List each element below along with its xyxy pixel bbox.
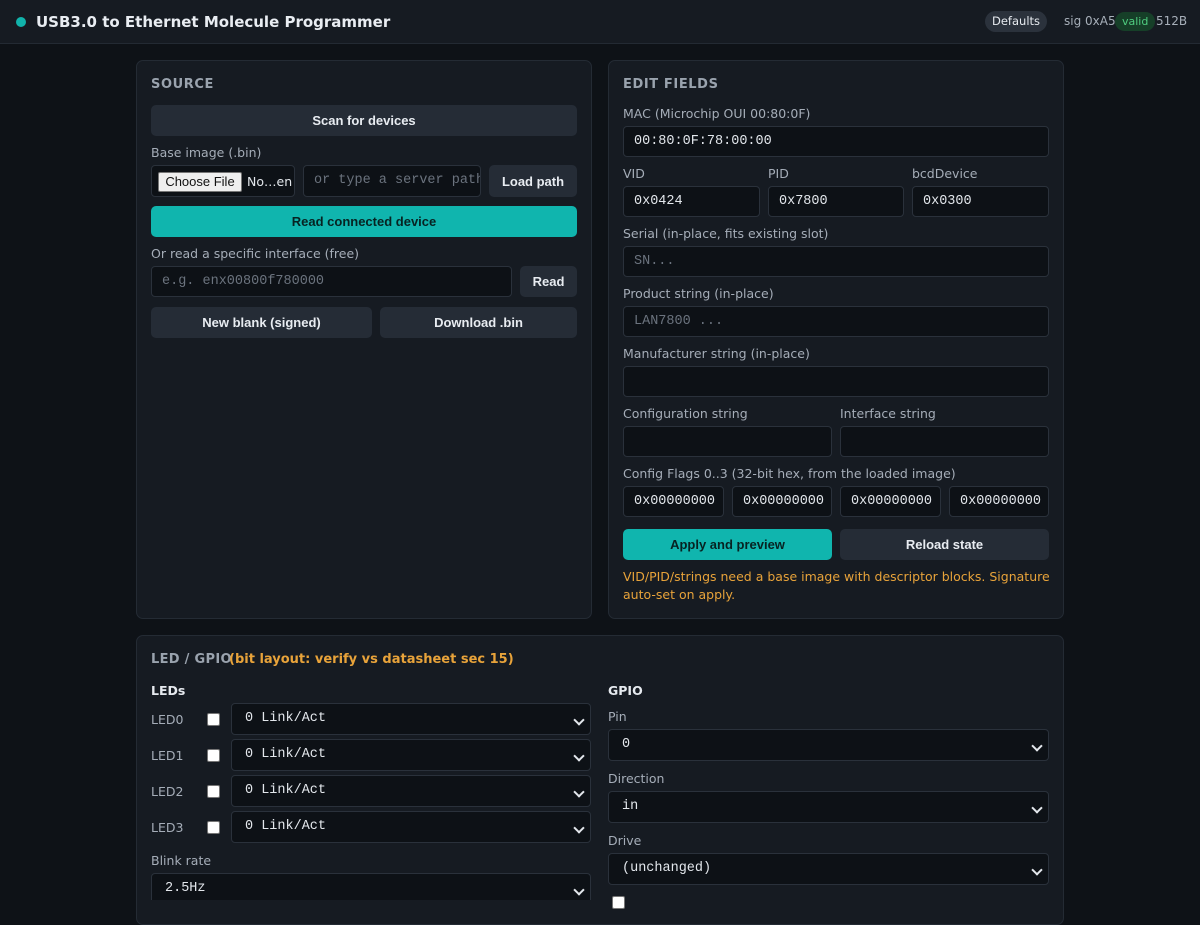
mac-input[interactable]: 00:80:0F:78:00:00: [623, 126, 1049, 157]
file-input[interactable]: Choose File No…en: [151, 165, 295, 197]
leds-heading: LEDs: [151, 683, 186, 698]
interface-input[interactable]: e.g. enx00800f780000: [151, 266, 512, 297]
bcd-device-input[interactable]: 0x0300: [912, 186, 1049, 217]
direction-label: Direction: [608, 771, 665, 786]
product-label: Product string (in-place): [623, 286, 774, 301]
interface-label: Or read a specific interface (free): [151, 246, 360, 261]
base-image-label: Base image (.bin): [151, 145, 262, 160]
serial-input[interactable]: SN...: [623, 246, 1049, 277]
bcd-device-label: bcdDevice: [912, 166, 978, 181]
serial-label: Serial (in-place, fits existing slot): [623, 226, 829, 241]
gpio-heading: GPIO: [608, 683, 643, 698]
pid-label: PID: [768, 166, 789, 181]
led0-checkbox[interactable]: [207, 713, 220, 726]
interface-string-label: Interface string: [840, 406, 936, 421]
valid-badge: valid: [1115, 12, 1156, 31]
led2-mode-select[interactable]: 0 Link/Act: [231, 775, 591, 807]
vid-input[interactable]: 0x0424: [623, 186, 760, 217]
led3-mode-select[interactable]: 0 Link/Act: [231, 811, 591, 843]
led3-checkbox[interactable]: [207, 821, 220, 834]
direction-select[interactable]: in: [608, 791, 1049, 823]
server-path-input[interactable]: or type a server path: [303, 165, 481, 197]
blink-rate-select[interactable]: 2.5Hz: [151, 873, 591, 900]
pid-input[interactable]: 0x7800: [768, 186, 904, 217]
edit-fields-title: EDIT FIELDS: [623, 77, 719, 92]
drive-select[interactable]: (unchanged): [608, 853, 1049, 885]
apply-preview-button[interactable]: Apply and preview: [623, 529, 832, 560]
led1-mode-value: 0 Link/Act: [245, 747, 327, 762]
image-size-text: 512B: [1156, 14, 1188, 28]
reload-state-button[interactable]: Reload state: [840, 529, 1049, 560]
vid-label: VID: [623, 166, 645, 181]
configuration-string-label: Configuration string: [623, 406, 748, 421]
defaults-button[interactable]: Defaults: [985, 11, 1048, 32]
config-flag-3-input[interactable]: 0x00000000: [949, 486, 1049, 517]
file-name-text: No…en: [247, 174, 293, 189]
new-blank-button[interactable]: New blank (signed): [151, 307, 372, 338]
pin-value: 0: [622, 737, 631, 752]
led2-checkbox[interactable]: [207, 785, 220, 798]
led1-label: LED1: [151, 748, 184, 763]
load-path-button[interactable]: Load path: [489, 165, 577, 197]
gpio-option-checkbox[interactable]: [612, 896, 625, 909]
led3-mode-value: 0 Link/Act: [245, 819, 327, 834]
chevron-down-icon: [1031, 740, 1043, 752]
pin-select[interactable]: 0: [608, 729, 1049, 761]
read-button[interactable]: Read: [520, 266, 577, 297]
read-connected-device-button[interactable]: Read connected device: [151, 206, 577, 237]
led3-label: LED3: [151, 820, 184, 835]
app-title: USB3.0 to Ethernet Molecule Programmer: [36, 13, 391, 31]
chevron-down-icon: [573, 714, 585, 726]
led1-checkbox[interactable]: [207, 749, 220, 762]
chevron-down-icon: [1031, 864, 1043, 876]
led0-label: LED0: [151, 712, 184, 727]
manufacturer-label: Manufacturer string (in-place): [623, 346, 810, 361]
direction-value: in: [622, 799, 639, 814]
descriptor-warning: VID/PID/strings need a base image with d…: [623, 569, 1050, 602]
drive-label: Drive: [608, 833, 642, 848]
download-bin-button[interactable]: Download .bin: [380, 307, 577, 338]
chevron-down-icon: [573, 750, 585, 762]
chevron-down-icon: [573, 786, 585, 798]
led1-mode-select[interactable]: 0 Link/Act: [231, 739, 591, 771]
mac-label: MAC (Microchip OUI 00:80:0F): [623, 106, 811, 121]
scan-devices-button[interactable]: Scan for devices: [151, 105, 577, 136]
chevron-down-icon: [573, 822, 585, 834]
led-gpio-title: LED / GPIO: [151, 652, 232, 667]
drive-value: (unchanged): [622, 861, 712, 876]
choose-file-button[interactable]: Choose File: [158, 172, 242, 192]
manufacturer-input[interactable]: [623, 366, 1049, 397]
source-panel: [136, 60, 592, 619]
top-bar: USB3.0 to Ethernet Molecule Programmer D…: [0, 0, 1200, 44]
led-gpio-note: (bit layout: verify vs datasheet sec 15): [229, 652, 514, 667]
led2-label: LED2: [151, 784, 184, 799]
blink-rate-label: Blink rate: [151, 853, 212, 868]
source-title: SOURCE: [151, 77, 215, 92]
signature-text: sig 0xA5: [1064, 14, 1116, 28]
chevron-down-icon: [573, 884, 585, 896]
config-flag-1-input[interactable]: 0x00000000: [732, 486, 832, 517]
led0-mode-select[interactable]: 0 Link/Act: [231, 703, 591, 735]
blink-rate-value: 2.5Hz: [165, 881, 206, 896]
product-input[interactable]: LAN7800 ...: [623, 306, 1049, 337]
led0-mode-value: 0 Link/Act: [245, 711, 327, 726]
led2-mode-value: 0 Link/Act: [245, 783, 327, 798]
config-flags-label: Config Flags 0..3 (32-bit hex, from the …: [623, 466, 956, 481]
pin-label: Pin: [608, 709, 627, 724]
status-dot-icon: [16, 17, 26, 27]
interface-string-input[interactable]: [840, 426, 1049, 457]
config-flag-2-input[interactable]: 0x00000000: [840, 486, 941, 517]
configuration-string-input[interactable]: [623, 426, 832, 457]
config-flag-0-input[interactable]: 0x00000000: [623, 486, 724, 517]
chevron-down-icon: [1031, 802, 1043, 814]
